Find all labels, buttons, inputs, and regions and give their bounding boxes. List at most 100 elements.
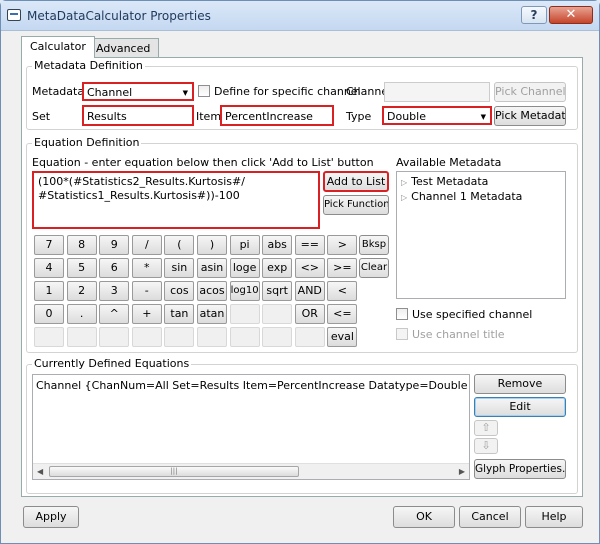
- metadata-dropdown[interactable]: Channel ▼: [82, 82, 194, 101]
- keypad-key[interactable]: 8: [66, 235, 97, 255]
- horizontal-scrollbar[interactable]: ◀ ||| ▶: [33, 463, 469, 479]
- keypad-key[interactable]: +: [131, 304, 162, 324]
- keypad-key[interactable]: ==: [294, 235, 325, 255]
- keypad-key[interactable]: 6: [99, 258, 130, 278]
- app-icon: [7, 9, 21, 21]
- keypad-key[interactable]: 9: [99, 235, 130, 255]
- equation-definition-label: Equation Definition: [32, 136, 142, 149]
- metadata-label: Metadata: [32, 85, 85, 98]
- keypad-key[interactable]: OR: [294, 304, 325, 324]
- set-field[interactable]: Results: [82, 105, 194, 126]
- move-down-icon[interactable]: ⇩: [474, 438, 498, 454]
- keypad-key[interactable]: pi: [229, 235, 260, 255]
- help-button[interactable]: Help: [525, 506, 583, 528]
- keypad-key[interactable]: exp: [262, 258, 293, 278]
- keypad-key[interactable]: ^: [99, 304, 130, 324]
- keypad-key[interactable]: (: [164, 235, 195, 255]
- keypad-key[interactable]: 0: [34, 304, 64, 324]
- keypad-key[interactable]: asin: [197, 258, 227, 278]
- keypad-key[interactable]: loge: [229, 258, 260, 278]
- keypad-key[interactable]: 5: [66, 258, 97, 278]
- tab-calculator[interactable]: Calculator: [21, 36, 95, 58]
- keypad-key-empty: [34, 327, 64, 347]
- keypad-key[interactable]: sqrt: [262, 281, 293, 301]
- keypad-key[interactable]: ): [197, 235, 227, 255]
- properties-dialog: MetaDataCalculator Properties ? ✕ Calcul…: [0, 0, 600, 544]
- available-metadata-label: Available Metadata: [396, 156, 502, 169]
- keypad-key[interactable]: 4: [34, 258, 64, 278]
- keypad-key[interactable]: .: [66, 304, 97, 324]
- type-dropdown[interactable]: Double ▼: [382, 106, 492, 125]
- scrollbar-thumb[interactable]: |||: [49, 466, 299, 477]
- move-up-icon[interactable]: ⇧: [474, 420, 498, 436]
- help-title-button[interactable]: ?: [521, 6, 547, 24]
- window-title: MetaDataCalculator Properties: [27, 9, 211, 23]
- set-label: Set: [32, 110, 51, 123]
- chevron-down-icon: ▼: [480, 113, 486, 121]
- glyph-properties-button[interactable]: Glyph Properties...: [474, 459, 566, 479]
- type-dropdown-value: Double: [387, 110, 426, 123]
- keypad-key[interactable]: tan: [164, 304, 195, 324]
- keypad-key[interactable]: abs: [262, 235, 293, 255]
- use-channel-title-checkbox[interactable]: [396, 328, 408, 340]
- available-metadata-tree[interactable]: ▷ Test Metadata ▷ Channel 1 Metadata: [396, 171, 566, 299]
- keypad-key-empty: [229, 327, 260, 347]
- expand-arrow-icon[interactable]: ▷: [401, 193, 407, 202]
- edit-button[interactable]: Edit: [474, 397, 566, 417]
- pick-metadata-button[interactable]: Pick Metadata: [494, 106, 566, 126]
- remove-button[interactable]: Remove: [474, 374, 566, 394]
- keypad-key[interactable]: cos: [164, 281, 195, 301]
- keypad-key-empty: [66, 327, 97, 347]
- keypad-key[interactable]: >=: [327, 258, 358, 278]
- apply-button[interactable]: Apply: [23, 506, 79, 528]
- keypad-key[interactable]: AND: [294, 281, 325, 301]
- pick-function-button[interactable]: Pick Function: [323, 195, 389, 215]
- list-item[interactable]: Channel {ChanNum=All Set=Results Item=Pe…: [36, 379, 469, 392]
- keypad-key-empty: [131, 327, 162, 347]
- item-field[interactable]: PercentIncrease: [220, 105, 334, 126]
- pick-channel-button[interactable]: Pick Channel: [494, 82, 566, 102]
- expand-arrow-icon[interactable]: ▷: [401, 178, 407, 187]
- ok-button[interactable]: OK: [393, 506, 455, 528]
- tree-item-test-metadata[interactable]: ▷ Test Metadata: [401, 175, 488, 188]
- keypad-key[interactable]: eval: [327, 327, 358, 347]
- keypad-key[interactable]: sin: [164, 258, 195, 278]
- backspace-button[interactable]: Bksp: [359, 235, 389, 255]
- channel-field[interactable]: [384, 82, 490, 102]
- keypad-key[interactable]: -: [131, 281, 162, 301]
- keypad-key[interactable]: log10: [229, 281, 260, 301]
- tree-item-channel-1-metadata[interactable]: ▷ Channel 1 Metadata: [401, 190, 522, 203]
- keypad-key[interactable]: /: [131, 235, 162, 255]
- cancel-button[interactable]: Cancel: [459, 506, 521, 528]
- title-bar[interactable]: MetaDataCalculator Properties ? ✕: [1, 1, 599, 31]
- use-specified-channel-checkbox[interactable]: [396, 308, 408, 320]
- keypad-key[interactable]: 2: [66, 281, 97, 301]
- close-icon[interactable]: ✕: [549, 6, 593, 24]
- clear-button[interactable]: Clear: [359, 258, 389, 278]
- define-specific-channel-checkbox[interactable]: [198, 85, 210, 97]
- keypad-key-empty: [197, 327, 227, 347]
- scroll-left-icon[interactable]: ◀: [37, 467, 43, 476]
- keypad-key[interactable]: 1: [34, 281, 64, 301]
- keypad-key-empty: [164, 327, 195, 347]
- tab-advanced[interactable]: Advanced: [87, 38, 160, 58]
- keypad-key[interactable]: acos: [197, 281, 227, 301]
- keypad-key[interactable]: <=: [327, 304, 358, 324]
- keypad-key-empty: [99, 327, 130, 347]
- add-to-list-button[interactable]: Add to List: [323, 171, 389, 192]
- equation-input[interactable]: (100*(#Statistics2_Results.Kurtosis#/ #S…: [32, 171, 320, 229]
- keypad-key[interactable]: 7: [34, 235, 64, 255]
- keypad-key[interactable]: <>: [294, 258, 325, 278]
- defined-equations-label: Currently Defined Equations: [32, 357, 192, 370]
- define-specific-channel-label: Define for specific channel: [214, 85, 361, 98]
- keypad-key[interactable]: <: [327, 281, 358, 301]
- metadata-dropdown-value: Channel: [87, 86, 133, 99]
- equations-list[interactable]: Channel {ChanNum=All Set=Results Item=Pe…: [32, 374, 470, 480]
- keypad-key-empty: [262, 327, 293, 347]
- keypad-key[interactable]: 3: [99, 281, 130, 301]
- keypad-key[interactable]: atan: [197, 304, 227, 324]
- keypad-key[interactable]: >: [327, 235, 358, 255]
- scroll-right-icon[interactable]: ▶: [459, 467, 465, 476]
- item-label: Item: [196, 110, 222, 123]
- keypad-key[interactable]: *: [131, 258, 162, 278]
